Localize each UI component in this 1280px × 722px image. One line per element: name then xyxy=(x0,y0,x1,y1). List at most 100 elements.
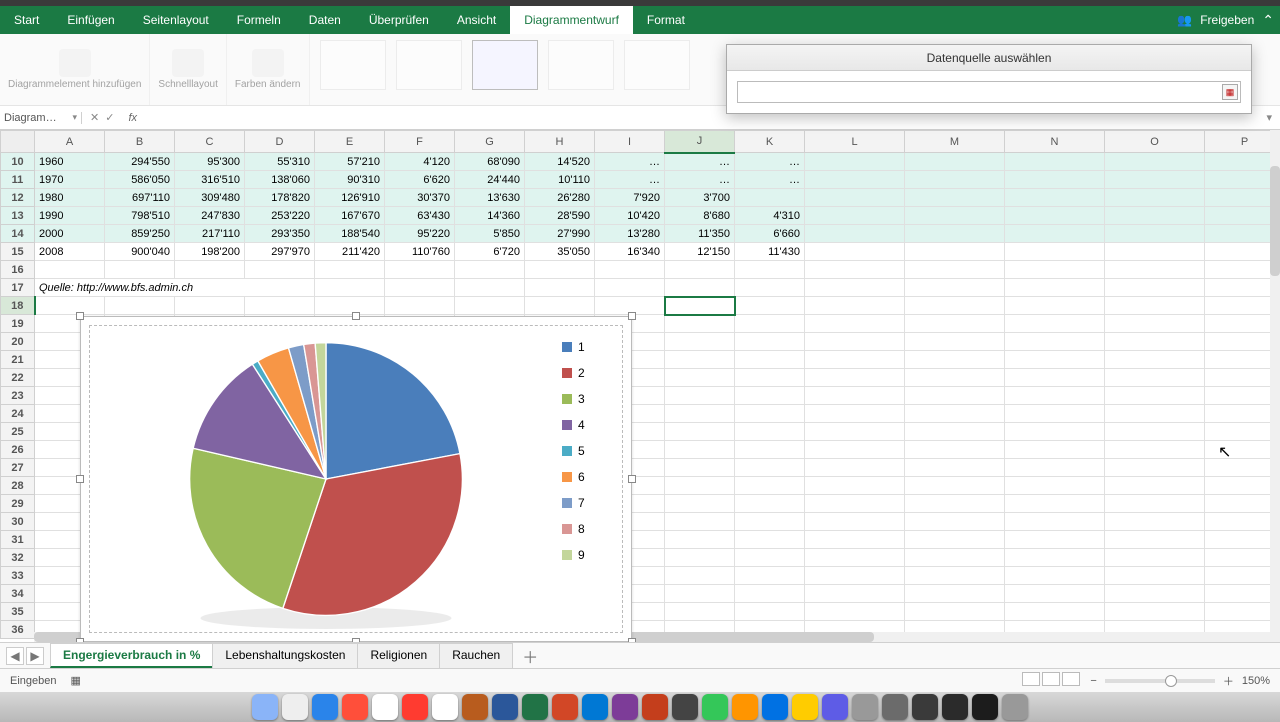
cell-D16[interactable] xyxy=(245,261,315,279)
cell-G16[interactable] xyxy=(455,261,525,279)
resize-handle[interactable] xyxy=(76,312,84,320)
ribbon-change-colors[interactable]: Farben ändern xyxy=(227,34,310,105)
row-header-23[interactable]: 23 xyxy=(1,387,35,405)
row-header-15[interactable]: 15 xyxy=(1,243,35,261)
cell-O30[interactable] xyxy=(1105,513,1205,531)
cell-N11[interactable] xyxy=(1005,171,1105,189)
cell-H10[interactable]: 14'520 xyxy=(525,153,595,171)
cell-N15[interactable] xyxy=(1005,243,1105,261)
cell-G13[interactable]: 14'360 xyxy=(455,207,525,225)
cell-J20[interactable] xyxy=(665,333,735,351)
tab-format[interactable]: Format xyxy=(633,6,699,34)
cell-M10[interactable] xyxy=(905,153,1005,171)
cell-M31[interactable] xyxy=(905,531,1005,549)
cell-L20[interactable] xyxy=(805,333,905,351)
fx-icon[interactable]: fx xyxy=(122,112,143,124)
row-header-21[interactable]: 21 xyxy=(1,351,35,369)
cell-M34[interactable] xyxy=(905,585,1005,603)
cell-O10[interactable] xyxy=(1105,153,1205,171)
cell-P18[interactable] xyxy=(1205,297,1280,315)
cell-N10[interactable] xyxy=(1005,153,1105,171)
cell-K21[interactable] xyxy=(735,351,805,369)
cell-P29[interactable] xyxy=(1205,495,1280,513)
cell-E17[interactable] xyxy=(315,279,385,297)
cell-L10[interactable] xyxy=(805,153,905,171)
cell-J23[interactable] xyxy=(665,387,735,405)
cell-M30[interactable] xyxy=(905,513,1005,531)
cell-I13[interactable]: 10'420 xyxy=(595,207,665,225)
cell-J33[interactable] xyxy=(665,567,735,585)
cell-M25[interactable] xyxy=(905,423,1005,441)
select-data-source-dialog[interactable]: Datenquelle auswählen ▦ xyxy=(726,44,1252,114)
cell-M21[interactable] xyxy=(905,351,1005,369)
cell-B15[interactable]: 900'040 xyxy=(105,243,175,261)
col-header-F[interactable]: F xyxy=(385,131,455,153)
cell-P34[interactable] xyxy=(1205,585,1280,603)
row-header-33[interactable]: 33 xyxy=(1,567,35,585)
cell-L26[interactable] xyxy=(805,441,905,459)
cell-E12[interactable]: 126'910 xyxy=(315,189,385,207)
pie-chart-object[interactable]: 123456789 xyxy=(80,316,632,642)
zoom-level[interactable]: 150% xyxy=(1242,675,1270,687)
collapse-ribbon-icon[interactable]: ⌃ xyxy=(1262,12,1274,29)
cell-H15[interactable]: 35'050 xyxy=(525,243,595,261)
cell-O35[interactable] xyxy=(1105,603,1205,621)
row-header-10[interactable]: 10 xyxy=(1,153,35,171)
tab-ansicht[interactable]: Ansicht xyxy=(443,6,510,34)
col-header-J[interactable]: J xyxy=(665,131,735,153)
cell-H18[interactable] xyxy=(525,297,595,315)
row-header-25[interactable]: 25 xyxy=(1,423,35,441)
cell-O19[interactable] xyxy=(1105,315,1205,333)
cell-J21[interactable] xyxy=(665,351,735,369)
tab-start[interactable]: Start xyxy=(0,6,53,34)
cell-A17[interactable]: Quelle: http://www.bfs.admin.ch xyxy=(35,279,315,297)
cell-M19[interactable] xyxy=(905,315,1005,333)
cancel-edit-icon[interactable]: ✕ xyxy=(90,111,99,124)
cell-K35[interactable] xyxy=(735,603,805,621)
col-header-L[interactable]: L xyxy=(805,131,905,153)
row-header-32[interactable]: 32 xyxy=(1,549,35,567)
cell-P22[interactable] xyxy=(1205,369,1280,387)
cell-O12[interactable] xyxy=(1105,189,1205,207)
cell-F16[interactable] xyxy=(385,261,455,279)
cell-I16[interactable] xyxy=(595,261,665,279)
row-header-35[interactable]: 35 xyxy=(1,603,35,621)
cell-M22[interactable] xyxy=(905,369,1005,387)
cell-K31[interactable] xyxy=(735,531,805,549)
cell-K25[interactable] xyxy=(735,423,805,441)
cell-J34[interactable] xyxy=(665,585,735,603)
cell-H12[interactable]: 26'280 xyxy=(525,189,595,207)
cell-L27[interactable] xyxy=(805,459,905,477)
cell-F17[interactable] xyxy=(385,279,455,297)
cell-P20[interactable] xyxy=(1205,333,1280,351)
row-header-36[interactable]: 36 xyxy=(1,621,35,639)
cell-J14[interactable]: 11'350 xyxy=(665,225,735,243)
resize-handle[interactable] xyxy=(352,638,360,642)
sheet-tab[interactable]: Lebenshaltungskosten xyxy=(212,643,358,668)
cell-N28[interactable] xyxy=(1005,477,1105,495)
cell-L17[interactable] xyxy=(805,279,905,297)
cell-B18[interactable] xyxy=(105,297,175,315)
cell-M12[interactable] xyxy=(905,189,1005,207)
cell-J29[interactable] xyxy=(665,495,735,513)
cell-G12[interactable]: 13'630 xyxy=(455,189,525,207)
cell-H16[interactable] xyxy=(525,261,595,279)
cell-O18[interactable] xyxy=(1105,297,1205,315)
cell-I10[interactable]: … xyxy=(595,153,665,171)
col-header-M[interactable]: M xyxy=(905,131,1005,153)
cell-O14[interactable] xyxy=(1105,225,1205,243)
cell-M33[interactable] xyxy=(905,567,1005,585)
col-header-D[interactable]: D xyxy=(245,131,315,153)
cell-D14[interactable]: 293'350 xyxy=(245,225,315,243)
cell-A11[interactable]: 1970 xyxy=(35,171,105,189)
cell-P33[interactable] xyxy=(1205,567,1280,585)
cell-L19[interactable] xyxy=(805,315,905,333)
cell-J26[interactable] xyxy=(665,441,735,459)
cell-M11[interactable] xyxy=(905,171,1005,189)
row-header-22[interactable]: 22 xyxy=(1,369,35,387)
cell-G18[interactable] xyxy=(455,297,525,315)
zoom-slider[interactable] xyxy=(1105,679,1215,683)
cell-K18[interactable] xyxy=(735,297,805,315)
sheet-tab[interactable]: Religionen xyxy=(357,643,440,668)
cell-P16[interactable] xyxy=(1205,261,1280,279)
